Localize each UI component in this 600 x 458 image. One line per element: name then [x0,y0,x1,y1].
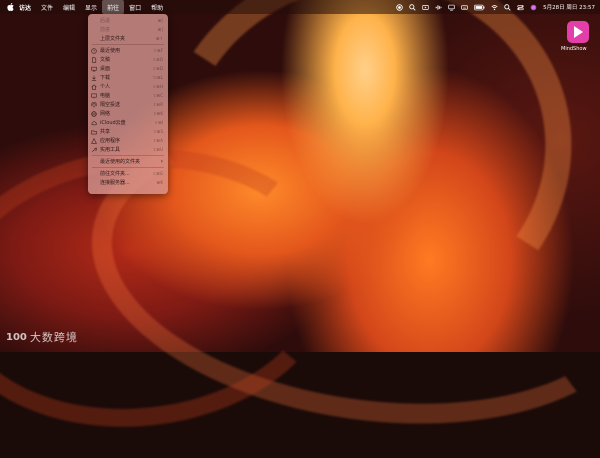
siri-icon[interactable] [530,4,537,11]
search-spotlight-icon[interactable] [504,3,511,11]
wifi-icon[interactable] [491,4,498,11]
chevron-right-icon: › [160,158,163,165]
search-icon[interactable] [409,3,416,11]
watermark: 100 大数跨境 [6,328,78,346]
blank-icon [90,17,98,24]
menu-item-recent-folders[interactable]: 最近使用的文件夹 › [88,158,168,165]
menu-item-computer[interactable]: 电脑 ⇧⌘C [88,92,168,99]
menu-item-documents[interactable]: 文稿 ⇧⌘O [88,56,168,63]
record-icon[interactable] [396,3,403,11]
menu-item-downloads[interactable]: 下载 ⌥⌘L [88,74,168,81]
menu-item-home[interactable]: 个人 ⇧⌘H [88,83,168,90]
watermark-logo-icon: 100 [6,331,27,343]
blank-icon [90,35,98,42]
blank-icon [90,170,98,177]
blank-icon [90,179,98,186]
menu-bar: 访达 文件 编辑 显示 前往 窗口 帮助 5月28日 周日 23:57 [0,0,600,14]
home-icon [90,83,98,90]
go-menu-dropdown: 后退 ⌘[ 前进 ⌘] 上层文件夹 ⌘↑ 最近使用 ⇧⌘F 文稿 ⇧⌘O 桌面 … [88,14,168,194]
menu-item-back[interactable]: 后退 ⌘[ [88,17,168,24]
menu-item-desktop[interactable]: 桌面 ⇧⌘D [88,65,168,72]
shared-folder-icon [90,128,98,135]
media-icon[interactable] [422,4,429,11]
desktop-icon [90,65,98,72]
computer-icon [90,92,98,99]
watermark-text: 大数跨境 [29,331,78,344]
keyboard-icon[interactable] [461,4,468,11]
menu-window[interactable]: 窗口 [124,0,146,14]
menu-item-connect-server[interactable]: 连接服务器... ⌘K [88,179,168,186]
menu-app-name[interactable]: 访达 [14,0,36,14]
menu-view[interactable]: 显示 [80,0,102,14]
cloud-icon [90,119,98,126]
clock-icon [90,47,98,54]
menu-item-enclosing-folder[interactable]: 上层文件夹 ⌘↑ [88,35,168,42]
menu-help[interactable]: 帮助 [146,0,168,14]
blank-icon [90,158,98,165]
menu-separator [92,155,164,156]
airdrop-icon [90,101,98,108]
menu-separator [92,167,164,168]
audio-icon[interactable] [435,4,442,11]
menu-item-network[interactable]: 网络 ⇧⌘K [88,110,168,117]
menu-item-icloud-drive[interactable]: iCloud云盘 ⇧⌘I [88,119,168,126]
menu-item-recents[interactable]: 最近使用 ⇧⌘F [88,47,168,54]
menu-edit[interactable]: 编辑 [58,0,80,14]
menu-go[interactable]: 前往 [102,0,125,14]
apple-menu-icon[interactable] [7,3,14,11]
menu-file[interactable]: 文件 [36,0,58,14]
control-center-icon[interactable] [517,4,524,11]
download-icon [90,74,98,81]
display-icon[interactable] [448,4,455,11]
mindshow-app-label[interactable]: MindShow [561,46,587,52]
menu-item-go-to-folder[interactable]: 前往文件夹... ⇧⌘G [88,170,168,177]
menu-item-shared[interactable]: 共享 ⇧⌘S [88,128,168,135]
document-icon [90,56,98,63]
status-area: 5月28日 周日 23:57 [396,0,595,14]
mindshow-app-icon[interactable] [566,20,590,44]
menu-item-applications[interactable]: 应用程序 ⇧⌘A [88,137,168,144]
utilities-icon [90,146,98,153]
network-icon [90,110,98,117]
battery-icon[interactable] [474,4,485,11]
menu-item-forward[interactable]: 前进 ⌘] [88,26,168,33]
menu-item-airdrop[interactable]: 隔空投送 ⇧⌘R [88,101,168,108]
menu-item-utilities[interactable]: 实用工具 ⇧⌘U [88,146,168,153]
applications-icon [90,137,98,144]
menu-separator [92,44,164,45]
menubar-clock[interactable]: 5月28日 周日 23:57 [543,3,595,11]
blank-icon [90,26,98,33]
